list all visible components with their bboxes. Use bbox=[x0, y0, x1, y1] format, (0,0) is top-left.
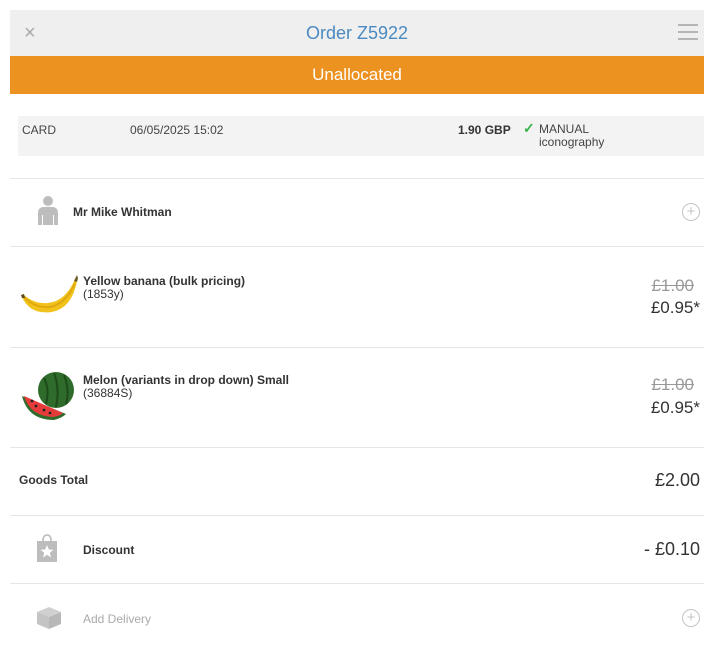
item-discounted-price: £0.95* bbox=[650, 398, 700, 417]
payment-status-line1: MANUAL bbox=[539, 122, 590, 136]
payment-row[interactable]: CARD 06/05/2025 15:02 1.90 GBP ✓ MANUAL … bbox=[18, 116, 704, 156]
item-details: Melon (variants in drop down) Small (368… bbox=[83, 374, 289, 400]
banana-image bbox=[21, 275, 78, 313]
item-original-price: £1.00 bbox=[651, 375, 694, 394]
order-item[interactable]: Yellow banana (bulk pricing) (1853y) £1.… bbox=[10, 247, 704, 347]
item-code: (36884S) bbox=[83, 386, 133, 400]
item-original-price: £1.00 bbox=[651, 276, 694, 295]
payment-status-line2: iconography bbox=[539, 135, 605, 149]
person-icon bbox=[38, 196, 58, 225]
delivery-box-icon bbox=[37, 607, 61, 629]
discount-value: - £0.10 bbox=[643, 539, 700, 559]
discount-label: Discount bbox=[83, 543, 135, 557]
goods-total-value: £2.00 bbox=[654, 470, 700, 490]
payment-status: MANUAL iconography bbox=[539, 123, 604, 149]
goods-total-label: Goods Total bbox=[19, 473, 89, 487]
payment-method: CARD bbox=[22, 123, 57, 137]
add-customer-icon[interactable]: + bbox=[682, 203, 700, 221]
add-delivery-label: Add Delivery bbox=[83, 612, 152, 626]
item-details: Yellow banana (bulk pricing) (1853y) bbox=[83, 275, 245, 301]
close-icon[interactable]: × bbox=[24, 21, 36, 45]
order-header: × Order Z5922 bbox=[10, 10, 704, 56]
add-delivery-icon[interactable]: + bbox=[682, 609, 700, 627]
item-code: (1853y) bbox=[83, 287, 124, 301]
allocation-status-bar: Unallocated bbox=[10, 56, 704, 94]
item-discounted-price: £0.95* bbox=[650, 298, 700, 317]
check-icon: ✓ bbox=[523, 120, 535, 136]
payment-date: 06/05/2025 15:02 bbox=[130, 123, 224, 137]
order-item[interactable]: Melon (variants in drop down) Small (368… bbox=[10, 348, 704, 447]
hamburger-menu-icon[interactable] bbox=[678, 24, 698, 40]
divider bbox=[10, 447, 704, 448]
discount-bag-icon bbox=[37, 534, 57, 562]
customer-name: Mr Mike Whitman bbox=[73, 205, 172, 219]
page-title: Order Z5922 bbox=[305, 22, 409, 43]
payment-amount: 1.90 GBP bbox=[458, 123, 511, 137]
watermelon-image bbox=[22, 372, 74, 420]
status-label: Unallocated bbox=[312, 65, 402, 84]
